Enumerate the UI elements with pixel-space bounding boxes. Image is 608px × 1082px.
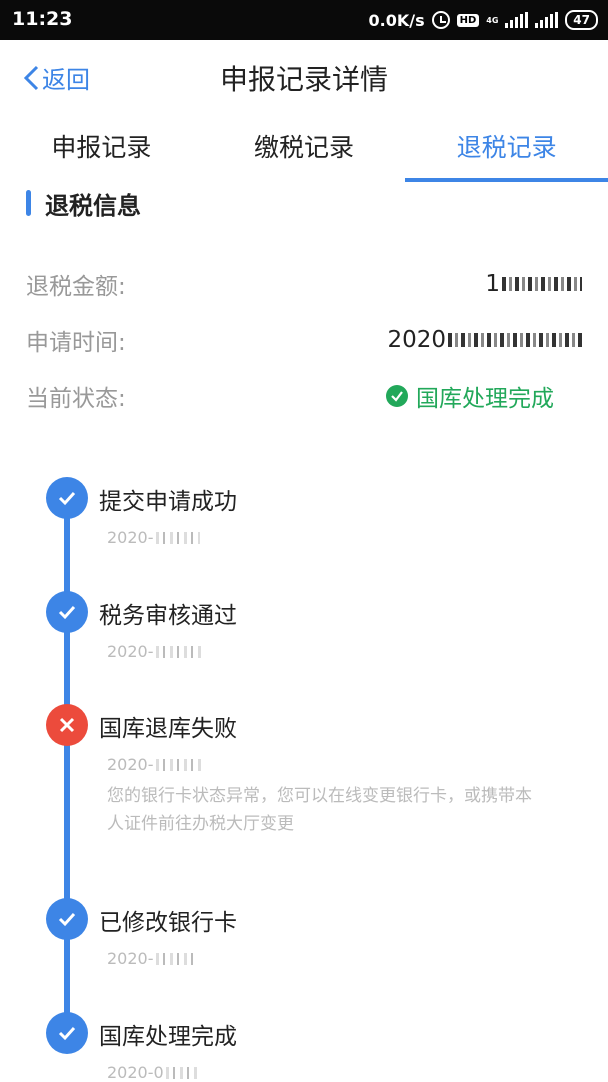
- refund-amount-label: 退税金额:: [26, 274, 126, 300]
- hd-icon: HD: [456, 13, 480, 27]
- redacted-mark: [155, 531, 200, 544]
- apply-time-label: 申请时间:: [26, 330, 126, 356]
- redacted-mark: [155, 952, 196, 965]
- current-status-text: 国库处理完成: [416, 386, 554, 412]
- tab-refund-records[interactable]: 退税记录: [405, 118, 608, 184]
- current-status-value: 国库处理完成: [386, 379, 554, 413]
- timeline-date-text: 2020-0: [107, 1063, 164, 1082]
- status-icons: 0.0K/s HD 4G 47: [369, 8, 598, 32]
- timeline-step-date: 2020-: [107, 642, 204, 661]
- network-speed: 0.0K/s: [368, 10, 425, 30]
- timeline-date-text: 2020-: [107, 528, 154, 547]
- check-icon: [46, 1012, 88, 1054]
- section-marker: [26, 190, 31, 216]
- status-bar: 11:23 0.0K/s HD 4G 47: [0, 0, 608, 40]
- alarm-icon: [431, 11, 450, 29]
- timeline-step-date: 2020-: [107, 755, 202, 774]
- timeline-step-title: 国库退库失败: [99, 716, 237, 742]
- info-row-amount: 退税金额: 1: [26, 264, 582, 304]
- check-icon: [46, 477, 88, 519]
- signal-icon-2: [535, 12, 559, 28]
- timeline-step-title: 已修改银行卡: [99, 910, 237, 936]
- signal-icon: [505, 12, 529, 28]
- check-icon: [46, 898, 88, 940]
- network-type: 4G: [486, 15, 499, 25]
- refund-amount-value: 1: [485, 271, 582, 297]
- timeline-date-text: 2020-: [107, 949, 154, 968]
- timeline-line: [64, 496, 70, 1034]
- redacted-mark: [155, 758, 202, 771]
- current-status-label: 当前状态:: [26, 386, 126, 412]
- timeline-date-text: 2020-: [107, 755, 154, 774]
- timeline-step-date: 2020-: [107, 528, 200, 547]
- timeline-step-date: 2020-0: [107, 1063, 200, 1082]
- timeline-step-note: 您的银行卡状态异常，您可以在线变更银行卡，或携带本人证件前往办税大厅变更: [107, 786, 532, 834]
- check-circle-icon: [386, 385, 408, 407]
- tab-payment-records[interactable]: 缴税记录: [203, 118, 406, 184]
- battery-icon: 47: [565, 10, 598, 30]
- redacted-mark: [165, 1066, 200, 1079]
- refund-amount-text: 1: [485, 271, 500, 297]
- redacted-mark: [448, 333, 582, 347]
- info-row-time: 申请时间: 2020: [26, 320, 582, 360]
- apply-time-value: 2020: [387, 327, 582, 353]
- redacted-mark: [155, 645, 204, 658]
- timeline-step-title: 国库处理完成: [99, 1024, 237, 1050]
- timeline-step-title: 提交申请成功: [99, 489, 237, 515]
- timeline-step-title: 税务审核通过: [99, 603, 237, 629]
- apply-time-text: 2020: [387, 327, 446, 353]
- page-title: 申报记录详情: [219, 63, 388, 96]
- info-row-status: 当前状态: 国库处理完成: [26, 376, 582, 416]
- section-title: 退税信息: [26, 188, 141, 220]
- check-icon: [46, 591, 88, 633]
- redacted-mark: [502, 277, 582, 291]
- close-icon: [46, 704, 88, 746]
- status-time: 11:23: [12, 8, 73, 30]
- tab-declaration-records[interactable]: 申报记录: [0, 118, 203, 184]
- timeline-step-date: 2020-: [107, 949, 196, 968]
- nav-header: 返回 申报记录详情: [0, 40, 608, 112]
- tab-bar: 申报记录 缴税记录 退税记录: [0, 118, 608, 184]
- timeline-date-text: 2020-: [107, 642, 154, 661]
- section-title-text: 退税信息: [45, 191, 141, 220]
